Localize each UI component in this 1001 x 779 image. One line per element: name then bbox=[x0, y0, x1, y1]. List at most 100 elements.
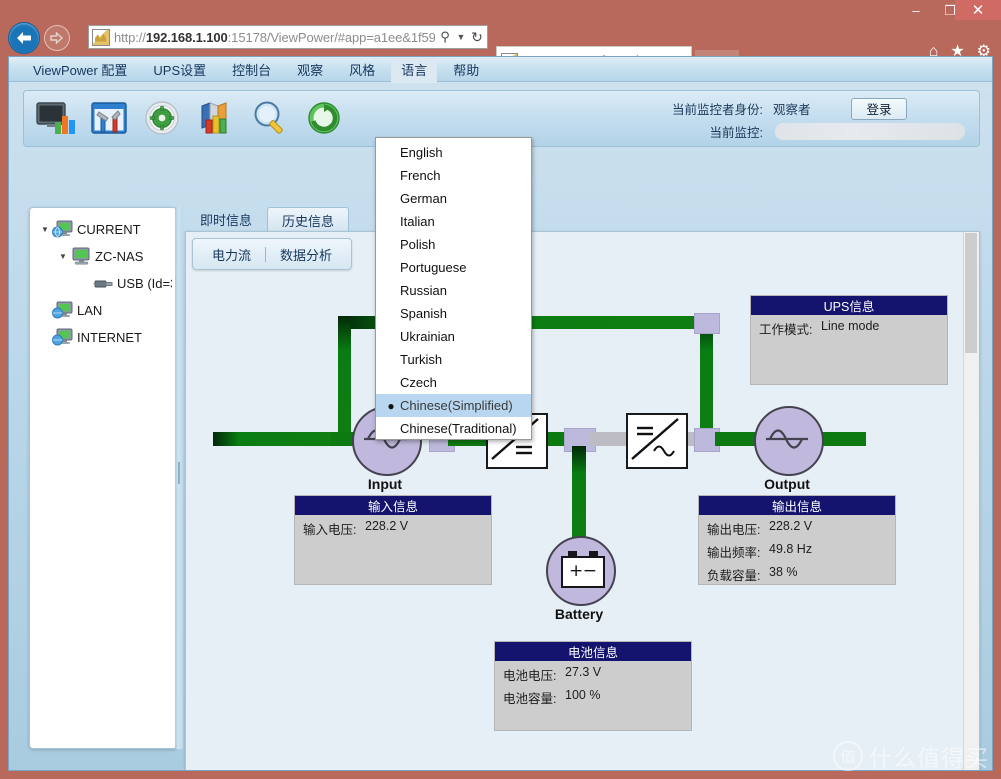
language-option-czech[interactable]: Czech bbox=[376, 371, 531, 394]
sidebar-item-usb[interactable]: USB (Id=3) bbox=[34, 270, 172, 297]
page-viewport: ViewPower 配置 UPS设置 控制台 观察 风格 语言 帮助 当前监控者… bbox=[8, 56, 993, 771]
splitter-grip-icon bbox=[178, 462, 180, 484]
menu-item-ups-settings[interactable]: UPS设置 bbox=[143, 57, 216, 83]
language-option-label: English bbox=[400, 145, 443, 160]
watermark: 值 什么值得买 bbox=[833, 739, 989, 773]
ups-mode-label: 工作模式: bbox=[759, 323, 813, 337]
language-option-chinese-traditional[interactable]: Chinese(Traditional) bbox=[376, 417, 531, 440]
battery-info-row: 电池电压: 27.3 V bbox=[495, 661, 691, 684]
watermark-text: 什么值得买 bbox=[869, 745, 989, 771]
role-value: 观察者 bbox=[773, 103, 811, 117]
sidebar-item-label: CURRENT bbox=[77, 222, 141, 237]
language-option-russian[interactable]: Russian bbox=[376, 279, 531, 302]
language-option-label: Chinese(Traditional) bbox=[400, 421, 517, 436]
load-capacity-value: 38 % bbox=[769, 565, 798, 579]
role-label: 当前监控者身份: bbox=[672, 103, 763, 117]
sidebar-item-lan[interactable]: LAN bbox=[34, 297, 172, 324]
battery-terminal-negative bbox=[589, 551, 598, 557]
output-info-row: 负载容量: 38 % bbox=[699, 561, 895, 584]
device-tree-sidebar[interactable]: ▼ CURRENT ▼ ZC-NAS USB (Id= LAN INTERNET bbox=[29, 207, 177, 749]
panel-scrollbar[interactable] bbox=[963, 232, 979, 770]
language-option-turkish[interactable]: Turkish bbox=[376, 348, 531, 371]
expand-twisty-icon[interactable]: ▼ bbox=[38, 225, 52, 234]
login-area: 当前监控者身份: 观察者 登录 当前监控: bbox=[635, 97, 965, 143]
sidebar-item-label: USB (Id=3) bbox=[117, 276, 172, 291]
viewpower-application: ViewPower 配置 UPS设置 控制台 观察 风格 语言 帮助 当前监控者… bbox=[9, 57, 992, 770]
dc-ac-inverter-symbol bbox=[626, 413, 688, 469]
login-button[interactable]: 登录 bbox=[851, 97, 907, 120]
battery-voltage-value: 27.3 V bbox=[565, 665, 602, 679]
sidebar-item-label: LAN bbox=[77, 303, 103, 318]
language-option-german[interactable]: German bbox=[376, 187, 531, 210]
monitor-chart-icon[interactable] bbox=[32, 98, 78, 140]
browser-navigation-bar: http://192.168.1.100:15178/ViewPower/#ap… bbox=[0, 20, 1001, 74]
configuration-tools-icon[interactable] bbox=[86, 98, 132, 140]
language-option-french[interactable]: French bbox=[376, 164, 531, 187]
forward-button[interactable] bbox=[44, 25, 70, 51]
search-icon[interactable]: ⚲ bbox=[435, 29, 455, 45]
battery-icon: + − bbox=[561, 551, 605, 588]
menu-item-help[interactable]: 帮助 bbox=[443, 57, 489, 83]
language-option-spanish[interactable]: Spanish bbox=[376, 302, 531, 325]
sub-tab-bar: 电力流 数据分析 bbox=[192, 238, 352, 270]
menu-item-style[interactable]: 风格 bbox=[339, 57, 385, 83]
sidebar-item-zc-nas[interactable]: ▼ ZC-NAS bbox=[34, 243, 172, 270]
output-frequency-value: 49.8 Hz bbox=[769, 542, 813, 556]
ups-info-row: 工作模式: Line mode bbox=[751, 315, 947, 338]
language-option-ukrainian[interactable]: Ukrainian bbox=[376, 325, 531, 348]
language-option-portuguese[interactable]: Portuguese bbox=[376, 256, 531, 279]
subtab-power-flow[interactable]: 电力流 bbox=[198, 245, 265, 264]
sidebar-item-current[interactable]: ▼ CURRENT bbox=[34, 216, 172, 243]
dcbus-to-inverter-line bbox=[590, 432, 630, 446]
browser-title-bar: – ❐ ✕ bbox=[0, 0, 1001, 20]
flow-joint-top-right bbox=[694, 313, 720, 334]
output-voltage-value: 228.2 V bbox=[769, 519, 813, 533]
sidebar-item-label: ZC-NAS bbox=[95, 249, 144, 264]
input-voltage-value: 228.2 V bbox=[365, 519, 409, 533]
output-node bbox=[754, 406, 824, 476]
scrollbar-thumb[interactable] bbox=[965, 233, 977, 353]
refresh-icon[interactable]: ↻ bbox=[467, 29, 487, 46]
language-dropdown-menu[interactable]: English French German Italian Polish Por… bbox=[375, 137, 532, 440]
battery-capacity-value: 100 % bbox=[565, 688, 601, 702]
output-info-box: 输出信息 输出电压: 228.2 V 输出频率: 49.8 Hz 负载容量: 3… bbox=[698, 495, 896, 585]
site-favicon-icon bbox=[92, 28, 110, 46]
app-menu-bar: ViewPower 配置 UPS设置 控制台 观察 风格 语言 帮助 bbox=[9, 57, 992, 83]
subtab-data-analysis[interactable]: 数据分析 bbox=[266, 245, 346, 264]
sidebar-splitter[interactable] bbox=[175, 207, 183, 749]
network-computer-icon bbox=[52, 328, 74, 347]
close-button[interactable]: ✕ bbox=[955, 0, 1001, 20]
chevron-down-icon[interactable]: ▼ bbox=[455, 32, 467, 42]
language-option-italian[interactable]: Italian bbox=[376, 210, 531, 233]
input-voltage-label: 输入电压: bbox=[303, 523, 357, 537]
tab-realtime-info[interactable]: 即时信息 bbox=[185, 206, 267, 232]
ups-mode-value: Line mode bbox=[821, 319, 880, 333]
address-bar[interactable]: http://192.168.1.100:15178/ViewPower/#ap… bbox=[88, 25, 488, 49]
menu-item-language[interactable]: 语言 bbox=[391, 57, 438, 83]
menu-item-viewpower-config[interactable]: ViewPower 配置 bbox=[23, 57, 137, 83]
battery-info-title: 电池信息 bbox=[495, 642, 691, 661]
menu-item-view[interactable]: 观察 bbox=[287, 57, 333, 83]
back-arrow-icon bbox=[17, 32, 31, 44]
search-magnifier-icon[interactable] bbox=[248, 98, 294, 140]
menu-item-console[interactable]: 控制台 bbox=[222, 57, 281, 83]
input-node-label: Input bbox=[367, 476, 403, 492]
language-option-chinese-simplified[interactable]: ● Chinese(Simplified) bbox=[376, 394, 531, 417]
language-option-english[interactable]: English bbox=[376, 141, 531, 164]
address-bar-text: http://192.168.1.100:15178/ViewPower/#ap… bbox=[114, 30, 435, 45]
battery-minus-icon: − bbox=[582, 561, 597, 581]
battery-line-vertical bbox=[572, 446, 586, 538]
tab-history-info[interactable]: 历史信息 bbox=[267, 207, 350, 232]
selected-bullet-icon: ● bbox=[387, 398, 395, 413]
battery-capacity-label: 电池容量: bbox=[503, 692, 557, 706]
refresh-sync-icon[interactable] bbox=[302, 98, 348, 140]
language-option-label: Italian bbox=[400, 214, 435, 229]
back-button[interactable] bbox=[8, 22, 40, 54]
network-computer-icon bbox=[52, 220, 74, 239]
sidebar-item-internet[interactable]: INTERNET bbox=[34, 324, 172, 351]
gear-settings-icon[interactable] bbox=[140, 98, 186, 140]
language-option-polish[interactable]: Polish bbox=[376, 233, 531, 256]
reports-books-icon[interactable] bbox=[194, 98, 240, 140]
minimize-button[interactable]: – bbox=[899, 0, 933, 20]
expand-twisty-icon[interactable]: ▼ bbox=[56, 252, 70, 261]
